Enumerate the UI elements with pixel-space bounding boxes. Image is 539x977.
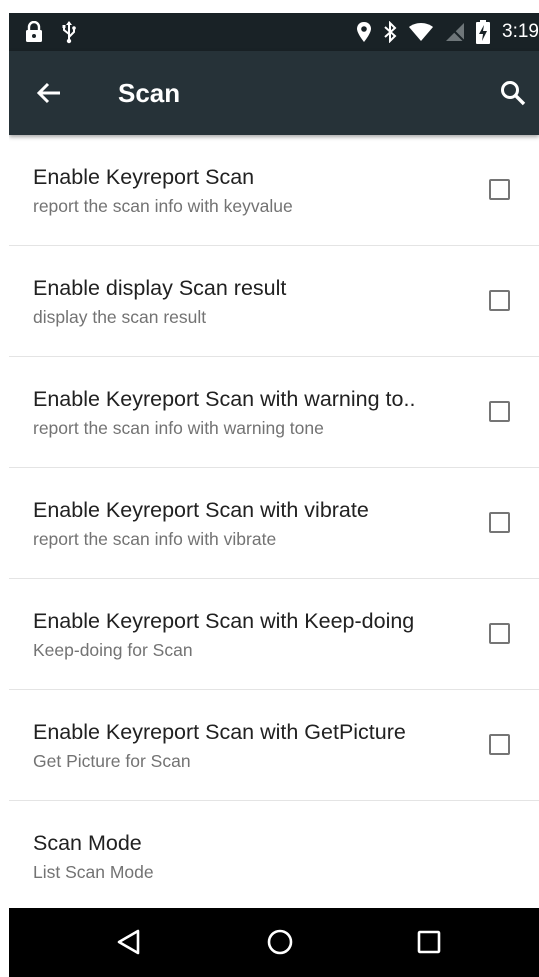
app-bar: Scan: [9, 51, 539, 135]
pref-text: Scan Mode List Scan Mode: [33, 829, 463, 884]
get-picture-checkbox[interactable]: [489, 734, 510, 755]
pref-title: Enable Keyreport Scan: [33, 165, 255, 189]
location-icon: [356, 21, 372, 43]
bluetooth-icon: [382, 21, 398, 43]
status-time: 3:19: [502, 21, 539, 42]
pref-summary: Get Picture for Scan: [33, 751, 191, 771]
status-right-icons: 3:19: [356, 13, 539, 51]
pref-summary: Keep-doing for Scan: [33, 640, 193, 660]
pref-title: Enable Keyreport Scan with GetPicture: [33, 720, 406, 744]
nav-home-icon: [267, 929, 293, 955]
pref-text: Enable Keyreport Scan with warning to.. …: [33, 385, 463, 440]
status-left-icons: [25, 13, 77, 51]
pref-summary: display the scan result: [33, 307, 207, 327]
battery-charging-icon: [476, 20, 491, 44]
pref-title: Enable display Scan result: [33, 276, 287, 300]
pref-text: Enable Keyreport Scan with vibrate repor…: [33, 496, 463, 551]
pref-item-vibrate[interactable]: Enable Keyreport Scan with vibrate repor…: [9, 468, 539, 579]
keep-doing-checkbox[interactable]: [489, 623, 510, 644]
pref-summary: report the scan info with keyvalue: [33, 196, 293, 216]
page-title: Scan: [118, 78, 181, 108]
usb-icon: [61, 20, 77, 44]
nav-recents-button[interactable]: [407, 920, 451, 964]
pref-item-scan-mode[interactable]: Scan Mode List Scan Mode: [9, 801, 539, 908]
status-bar: 3:19: [9, 13, 539, 51]
nav-back-icon: [117, 929, 140, 955]
display-scan-result-checkbox[interactable]: [489, 290, 510, 311]
no-sim-icon: [444, 22, 466, 42]
arrow-back-icon: [36, 82, 60, 104]
pref-item-get-picture[interactable]: Enable Keyreport Scan with GetPicture Ge…: [9, 690, 539, 801]
keyreport-scan-checkbox[interactable]: [489, 179, 510, 200]
pref-title: Scan Mode: [33, 831, 142, 855]
device-screen: 3:19 Scan Enable Keyreport Scan report t…: [9, 13, 539, 977]
pref-summary: report the scan info with vibrate: [33, 529, 277, 549]
pref-text: Enable Keyreport Scan with GetPicture Ge…: [33, 718, 463, 773]
pref-title: Enable Keyreport Scan with warning to..: [33, 387, 416, 411]
navigation-bar: [9, 908, 539, 977]
nav-recents-icon: [417, 930, 441, 954]
nav-home-button[interactable]: [258, 920, 302, 964]
pref-item-keyreport-scan[interactable]: Enable Keyreport Scan report the scan in…: [9, 135, 539, 246]
pref-item-warning-tone[interactable]: Enable Keyreport Scan with warning to.. …: [9, 357, 539, 468]
lock-icon: [25, 21, 43, 43]
pref-text: Enable Keyreport Scan with Keep-doing Ke…: [33, 607, 463, 662]
pref-summary: List Scan Mode: [33, 862, 154, 882]
search-button[interactable]: [493, 73, 533, 113]
pref-item-keep-doing[interactable]: Enable Keyreport Scan with Keep-doing Ke…: [9, 579, 539, 690]
wifi-icon: [408, 22, 434, 42]
back-button[interactable]: [29, 73, 69, 113]
pref-title: Enable Keyreport Scan with vibrate: [33, 498, 369, 522]
search-icon: [501, 81, 526, 106]
preference-list: Enable Keyreport Scan report the scan in…: [9, 135, 539, 908]
pref-text: Enable display Scan result display the s…: [33, 274, 463, 329]
vibrate-checkbox[interactable]: [489, 512, 510, 533]
pref-summary: report the scan info with warning tone: [33, 418, 324, 438]
pref-item-display-scan-result[interactable]: Enable display Scan result display the s…: [9, 246, 539, 357]
warning-tone-checkbox[interactable]: [489, 401, 510, 422]
pref-text: Enable Keyreport Scan report the scan in…: [33, 163, 463, 218]
pref-title: Enable Keyreport Scan with Keep-doing: [33, 609, 415, 633]
nav-back-button[interactable]: [107, 920, 151, 964]
